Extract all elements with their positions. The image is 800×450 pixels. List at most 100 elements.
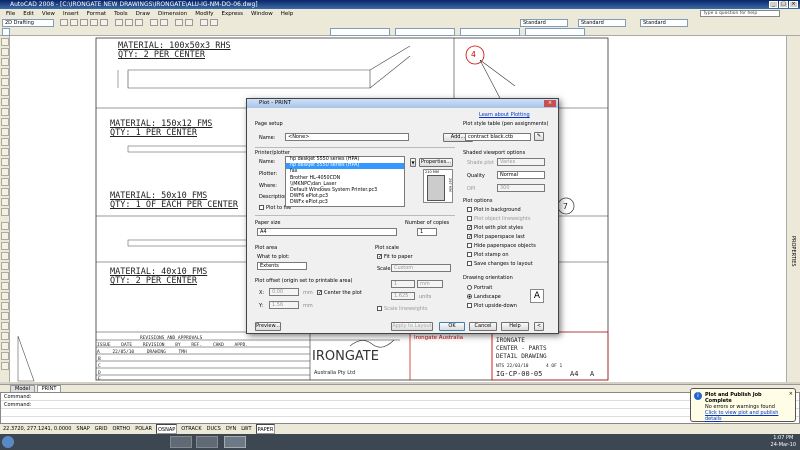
taskbar-app-icon[interactable] (224, 436, 246, 448)
center-plot-checkbox[interactable]: ✓ Center the plot (317, 290, 362, 296)
design-center-icon[interactable] (210, 19, 218, 26)
close-button[interactable]: × (789, 1, 798, 8)
dyn-toggle[interactable]: DYN (225, 424, 237, 434)
plot-complete-notification[interactable]: i × Plot and Publish Job Complete No err… (690, 388, 796, 422)
menu-help[interactable]: Help (277, 11, 298, 17)
menu-insert[interactable]: Insert (59, 11, 83, 17)
plot-icon[interactable] (90, 19, 98, 26)
stretch-tool-icon[interactable] (1, 302, 9, 310)
clock[interactable]: 1:07 PM 24-Mar-10 (771, 435, 796, 449)
x-offset-input[interactable]: 0.00 (269, 288, 299, 296)
menu-dimension[interactable]: Dimension (154, 11, 191, 17)
circle-tool-icon[interactable] (1, 98, 9, 106)
plot-style-table-dropdown[interactable]: contract black.ctb (465, 133, 531, 141)
menu-file[interactable]: File (2, 11, 19, 17)
paper-size-dropdown[interactable]: A4 (257, 228, 397, 236)
menu-modify[interactable]: Modify (191, 11, 217, 17)
plot-with-plot-styles-checkbox[interactable]: ✓ Plot with plot styles (467, 225, 523, 231)
fillet-tool-icon[interactable] (1, 352, 9, 360)
lineweight-dropdown[interactable] (460, 28, 520, 36)
dim-style-dropdown[interactable]: Standard (578, 19, 626, 27)
point-tool-icon[interactable] (1, 158, 9, 166)
erase-tool-icon[interactable] (1, 222, 9, 230)
layer-icon[interactable] (2, 28, 10, 36)
snap-toggle[interactable]: SNAP (75, 424, 90, 434)
break-tool-icon[interactable] (1, 332, 9, 340)
otrack-toggle[interactable]: OTRACK (180, 424, 202, 434)
plot-in-background-checkbox[interactable]: Plot in background (467, 207, 521, 213)
scale-denominator-input[interactable]: 1.625 (391, 292, 415, 300)
properties-icon[interactable] (200, 19, 208, 26)
trim-tool-icon[interactable] (1, 312, 9, 320)
properties-palette-strip[interactable]: PROPERTIES (786, 36, 800, 382)
hatch-tool-icon[interactable] (1, 168, 9, 176)
redo-icon[interactable] (160, 19, 168, 26)
cancel-button[interactable]: Cancel (469, 322, 497, 331)
preview-button[interactable]: Preview... (255, 322, 281, 331)
gradient-tool-icon[interactable] (1, 178, 9, 186)
polyline-tool-icon[interactable] (1, 58, 9, 66)
paper-toggle[interactable]: PAPER (255, 424, 276, 434)
copy-icon[interactable] (125, 19, 133, 26)
arc-tool-icon[interactable] (1, 88, 9, 96)
save-icon[interactable] (80, 19, 88, 26)
rotate-tool-icon[interactable] (1, 282, 9, 290)
plot-stamp-on-checkbox[interactable]: Plot stamp on (467, 252, 509, 258)
chamfer-tool-icon[interactable] (1, 342, 9, 350)
offset-tool-icon[interactable] (1, 252, 9, 260)
printer-dropdown-arrow[interactable]: ▼ (410, 158, 416, 167)
linetype-dropdown[interactable] (395, 28, 455, 36)
undo-icon[interactable] (150, 19, 158, 26)
portrait-radio[interactable]: Portrait (467, 285, 492, 291)
revcloud-tool-icon[interactable] (1, 108, 9, 116)
menu-tools[interactable]: Tools (110, 11, 132, 17)
menu-format[interactable]: Format (83, 11, 110, 17)
paste-icon[interactable] (135, 19, 143, 26)
scale-dropdown[interactable]: Custom (391, 264, 451, 272)
fit-to-paper-checkbox[interactable]: ✓ Fit to paper (377, 254, 413, 260)
copies-input[interactable]: 1 (417, 228, 437, 236)
table-style-dropdown[interactable]: Standard (640, 19, 688, 27)
ortho-toggle[interactable]: ORTHO (111, 424, 131, 434)
make-block-icon[interactable] (1, 148, 9, 156)
menu-edit[interactable]: Edit (19, 11, 38, 17)
quality-dropdown[interactable]: Normal (497, 171, 545, 179)
landscape-radio[interactable]: Landscape (467, 294, 501, 300)
ellipse-tool-icon[interactable] (1, 128, 9, 136)
polar-toggle[interactable]: POLAR (134, 424, 153, 434)
region-tool-icon[interactable] (1, 188, 9, 196)
spline-tool-icon[interactable] (1, 118, 9, 126)
ducs-toggle[interactable]: DUCS (206, 424, 222, 434)
plot-object-lineweights-checkbox[interactable]: Plot object lineweights (467, 216, 531, 222)
apply-to-layout-button[interactable]: Apply to Layout (391, 322, 433, 331)
mtext-tool-icon[interactable] (1, 208, 9, 216)
taskbar-app-icon[interactable] (170, 436, 192, 448)
text-style-dropdown[interactable]: Standard (520, 19, 568, 27)
insert-block-icon[interactable] (1, 138, 9, 146)
minimize-button[interactable]: _ (769, 1, 778, 8)
move-tool-icon[interactable] (1, 272, 9, 280)
start-button[interactable] (2, 436, 14, 448)
properties-tab[interactable]: PROPERTIES (790, 236, 796, 267)
taskbar-app-icon[interactable] (196, 436, 218, 448)
table-tool-icon[interactable] (1, 198, 9, 206)
explode-tool-icon[interactable] (1, 362, 9, 370)
y-offset-input[interactable]: 1.56 (269, 301, 299, 309)
shade-plot-dropdown[interactable]: Varies (497, 158, 545, 166)
ok-button[interactable]: OK (439, 322, 465, 331)
what-to-plot-dropdown[interactable]: Extents (257, 262, 307, 270)
line-tool-icon[interactable] (1, 38, 9, 46)
command-window[interactable]: Command: Command: (0, 392, 800, 424)
xline-tool-icon[interactable] (1, 48, 9, 56)
zoom-icon[interactable] (185, 19, 193, 26)
menu-view[interactable]: View (38, 11, 59, 17)
plotstyle-dropdown[interactable] (525, 28, 585, 36)
osnap-toggle[interactable]: OSNAP (155, 424, 178, 434)
lwt-toggle[interactable]: LWT (240, 424, 252, 434)
properties-button[interactable]: Properties... (419, 158, 453, 167)
command-input[interactable] (1, 409, 799, 417)
help-button[interactable]: Help (501, 322, 529, 331)
preview-icon[interactable] (100, 19, 108, 26)
collapse-options-button[interactable]: < (534, 322, 544, 331)
dialog-close-button[interactable]: × (544, 100, 556, 107)
